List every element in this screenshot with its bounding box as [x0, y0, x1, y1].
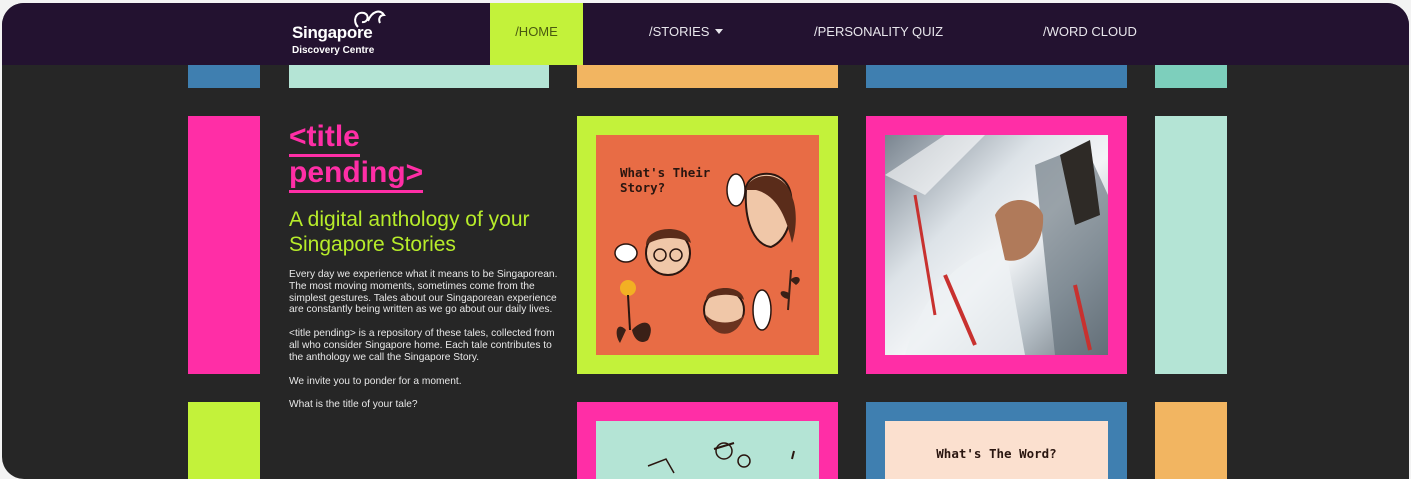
tile-orange-bottom-right	[1155, 402, 1227, 479]
intro-paragraph-3: We invite you to ponder for a moment.	[289, 375, 462, 387]
intro-paragraph-4: What is the title of your tale?	[289, 399, 418, 411]
tile-pink-left	[188, 116, 260, 374]
nav-home[interactable]: /HOME	[490, 3, 583, 65]
tile-mint-right	[1155, 116, 1227, 374]
tile-lime-bottom-left	[188, 402, 260, 479]
brand-name: Singapore	[292, 23, 373, 42]
intro-paragraph-2: <title pending> is a repository of these…	[289, 328, 555, 363]
nav-stories[interactable]: /STORIES	[649, 3, 724, 65]
nav-word-cloud[interactable]: /WORD CLOUD	[1043, 3, 1137, 65]
story-card-illustration: What's Their Story?	[596, 135, 819, 355]
faces-illustration	[614, 172, 800, 343]
nav-home-label: /HOME	[515, 24, 558, 39]
title-line-1: <title	[289, 121, 360, 157]
nav-word-cloud-label: /WORD CLOUD	[1043, 24, 1137, 39]
nav-stories-label: /STORIES	[649, 24, 710, 39]
title-line-2: pending>	[289, 157, 424, 193]
brand-logo[interactable]: Singapore Discovery Centre	[292, 7, 412, 63]
caret-down-icon	[715, 29, 724, 35]
nav-quiz-label: /PERSONALITY QUIZ	[814, 24, 944, 39]
photo-card[interactable]	[866, 116, 1127, 374]
browser-frame: What's Their Story? What's The Word? <ti…	[2, 3, 1409, 479]
word-card[interactable]: What's The Word?	[866, 402, 1127, 479]
word-card-title: What's The Word?	[936, 446, 1057, 461]
nav-personality-quiz[interactable]: /PERSONALITY QUIZ	[814, 3, 943, 65]
drawing-card[interactable]	[577, 402, 838, 479]
hero-subtitle: A digital anthology of your Singapore St…	[289, 208, 530, 256]
students-photo	[885, 135, 1108, 355]
top-nav-bar: Singapore Discovery Centre /HOME /STORIE…	[2, 3, 1409, 65]
word-card-panel: What's The Word?	[885, 421, 1108, 479]
story-card[interactable]: What's Their Story?	[577, 116, 838, 374]
brand-subtitle: Discovery Centre	[292, 45, 375, 56]
drawing-card-illustration	[596, 421, 819, 479]
hero-section: <title pending> A digital anthology of y…	[289, 121, 559, 423]
intro-paragraph-1: Every day we experience what it means to…	[289, 269, 558, 316]
page-title: <title pending>	[289, 121, 559, 193]
